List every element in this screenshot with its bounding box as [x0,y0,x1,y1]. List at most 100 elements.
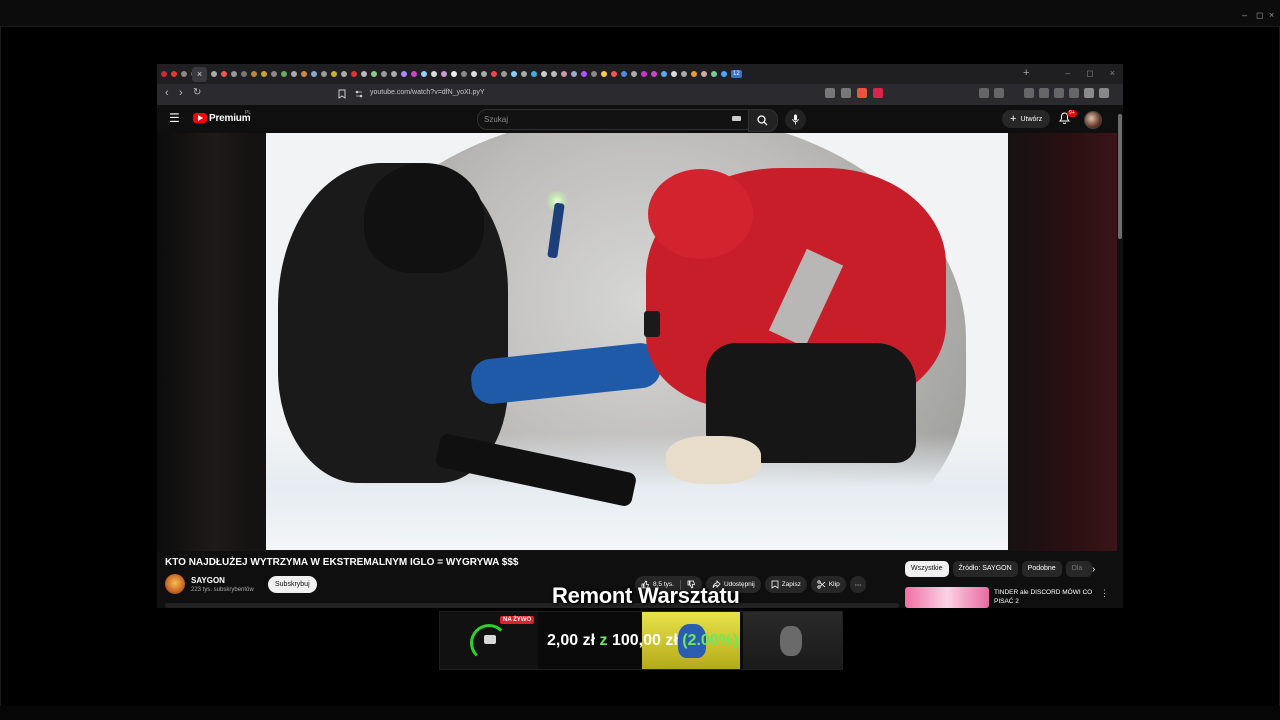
pinned-tab-favicon[interactable] [361,71,367,77]
keyboard-icon[interactable] [732,116,741,121]
tab-count-badge[interactable]: 12 [731,70,742,78]
sidebar-icon[interactable] [1039,88,1049,98]
browser-close-icon[interactable]: × [1110,68,1115,79]
pinned-tab-favicon[interactable] [671,71,677,77]
pinned-tab-favicon[interactable] [611,71,617,77]
music-icon[interactable] [1024,88,1034,98]
extension-icon[interactable] [979,88,989,98]
pinned-tab-favicon[interactable] [721,71,727,77]
pinned-tab-favicon[interactable] [701,71,707,77]
leo-icon[interactable] [1069,88,1079,98]
more-actions-button[interactable]: ⋯ [849,576,867,593]
recommended-title[interactable]: TINDER ale DISCORD MÓWI CO PISAĆ 2 [994,588,1094,606]
pinned-tab-favicon[interactable] [631,71,637,77]
vpn-icon[interactable] [1084,88,1094,98]
pinned-tab-favicon[interactable] [511,71,517,77]
pinned-tab-favicon[interactable] [441,71,447,77]
pinned-tab-favicon[interactable] [521,71,527,77]
pinned-tab-favicon[interactable] [711,71,717,77]
pinned-tab-favicon[interactable] [531,71,537,77]
pinned-tab-favicon[interactable] [411,71,417,77]
browser-maximize-icon[interactable]: ◻ [1086,68,1093,79]
pinned-tab-favicon[interactable] [381,71,387,77]
account-avatar[interactable] [1084,111,1102,129]
pinned-tab-favicon[interactable] [231,71,237,77]
save-button[interactable]: Zapisz [764,576,807,593]
pinned-tab-favicon[interactable] [601,71,607,77]
pinned-tab-favicon[interactable] [621,71,627,77]
pinned-tab-favicon[interactable] [571,71,577,77]
pinned-tab-favicon[interactable] [641,71,647,77]
pinned-tab-favicon[interactable] [311,71,317,77]
pinned-tab-favicon[interactable] [691,71,697,77]
description-box[interactable] [165,603,899,608]
brave-shield-icon[interactable] [857,88,867,98]
forward-icon[interactable]: › [179,87,183,99]
pinned-tab-favicon[interactable] [661,71,667,77]
pinned-tab-favicon[interactable] [181,71,187,77]
pinned-tab-favicon[interactable] [681,71,687,77]
pinned-tab-favicon[interactable] [251,71,257,77]
pinned-tab-favicon[interactable] [541,71,547,77]
voice-search-button[interactable] [785,109,806,130]
active-tab[interactable]: × [192,67,207,82]
pinned-tab-favicon[interactable] [581,71,587,77]
chip-for-you[interactable]: Dla [1065,561,1092,577]
pinned-tab-favicon[interactable] [291,71,297,77]
pinned-tab-favicon[interactable] [241,71,247,77]
channel-name[interactable]: SAYGON [191,576,225,585]
pinned-tab-favicon[interactable] [301,71,307,77]
pinned-tab-favicon[interactable] [341,71,347,77]
recommended-thumbnail[interactable] [905,587,989,608]
site-info-icon[interactable] [355,90,363,98]
brave-rewards-icon[interactable] [873,88,883,98]
cast-icon[interactable] [825,88,835,98]
pinned-tab-favicon[interactable] [501,71,507,77]
pinned-tab-favicon[interactable] [331,71,337,77]
pinned-tab-favicon[interactable] [261,71,267,77]
scrollbar-thumb[interactable] [1118,114,1122,239]
url-text[interactable]: youtube.com/watch?v=dfN_yoXI.pyY [370,89,485,96]
reload-icon[interactable]: ↻ [193,87,201,98]
maximize-icon[interactable]: ◻ [1256,10,1263,21]
pinned-tab-favicon[interactable] [351,71,357,77]
video-player[interactable] [266,133,1008,550]
pinned-tab-favicon[interactable] [471,71,477,77]
chip-all[interactable]: Wszystkie [905,561,949,577]
pinned-tab-favicon[interactable] [271,71,277,77]
pinned-tab-favicon[interactable] [431,71,437,77]
extension-icon[interactable] [994,88,1004,98]
pinned-tab-favicon[interactable] [551,71,557,77]
chip-source[interactable]: Źródło: SAYGON [952,561,1018,577]
hamburger-menu-icon[interactable]: ☰ [169,111,180,125]
pinned-tab-favicon[interactable] [371,71,377,77]
pinned-tab-favicon[interactable] [401,71,407,77]
pinned-tab-favicon[interactable] [651,71,657,77]
pinned-tab-favicon[interactable] [161,71,167,77]
back-icon[interactable]: ‹ [165,87,169,99]
browser-minimize-icon[interactable]: – [1065,68,1070,79]
youtube-logo-icon[interactable] [193,113,207,123]
search-input[interactable] [484,113,724,125]
pinned-tab-favicon[interactable] [421,71,427,77]
clip-button[interactable]: Klip [810,576,846,593]
chip-similar[interactable]: Podobne [1021,561,1062,577]
pinned-tab-favicon[interactable] [211,71,217,77]
menu-icon[interactable] [1099,88,1109,98]
minimize-icon[interactable]: – [1242,10,1247,20]
pinned-tab-favicon[interactable] [561,71,567,77]
pinned-tab-favicon[interactable] [391,71,397,77]
bookmark-icon[interactable] [338,89,346,99]
pinned-tab-favicon[interactable] [461,71,467,77]
search-button[interactable] [748,109,778,132]
pinned-tab-favicon[interactable] [451,71,457,77]
wallet-icon[interactable] [1054,88,1064,98]
recommended-more-icon[interactable]: ⋮ [1100,588,1109,599]
pinned-tab-favicon[interactable] [221,71,227,77]
pinned-tab-favicon[interactable] [281,71,287,77]
subscribe-button[interactable]: Subskrybuj [268,576,317,593]
pinned-tab-favicon[interactable] [481,71,487,77]
pinned-tab-favicon[interactable] [491,71,497,77]
chevron-right-icon[interactable]: › [1092,564,1095,575]
close-icon[interactable]: × [1269,10,1274,20]
